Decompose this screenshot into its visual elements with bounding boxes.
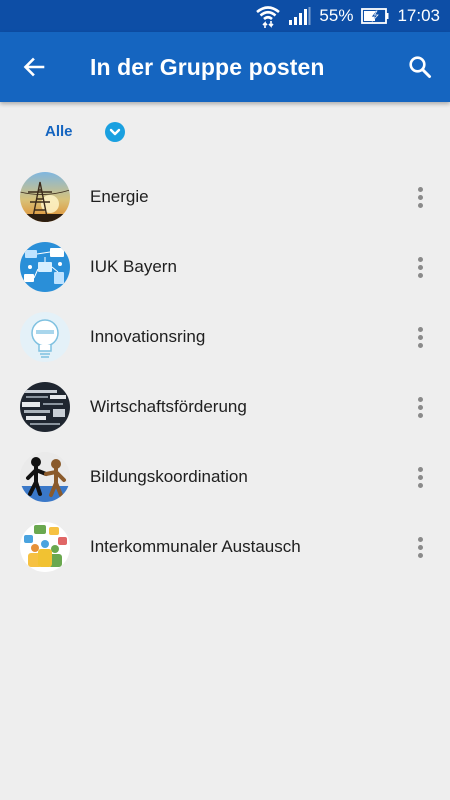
network-devices-image <box>20 242 70 292</box>
people-speech-bubbles-image <box>20 522 70 572</box>
more-vert-icon <box>417 186 423 192</box>
more-options-button[interactable] <box>408 532 432 562</box>
group-name: Innovationsring <box>90 327 206 346</box>
more-vert-icon <box>417 326 423 332</box>
list-item[interactable]: Interkommunaler Austausch <box>0 512 450 582</box>
search-button[interactable] <box>402 49 438 85</box>
back-button[interactable] <box>16 49 52 85</box>
group-avatar <box>20 522 70 572</box>
group-name: Interkommunaler Austausch <box>90 537 301 556</box>
list-item[interactable]: Energie <box>0 162 450 232</box>
group-avatar <box>20 382 70 432</box>
app-bar: In der Gruppe posten <box>0 32 450 102</box>
more-vert-icon <box>417 396 423 402</box>
list-item[interactable]: Wirtschaftsförderung <box>0 372 450 442</box>
group-list: Energie IUK Bayern Innovationsring Wirts… <box>0 162 450 582</box>
page-title: In der Gruppe posten <box>90 54 325 80</box>
status-bar: 55% 17:03 <box>0 0 450 32</box>
group-name: Energie <box>90 187 149 206</box>
more-options-button[interactable] <box>408 392 432 422</box>
list-item[interactable]: Bildungskoordination <box>0 442 450 512</box>
group-name: Bildungskoordination <box>90 467 248 486</box>
group-avatar <box>20 242 70 292</box>
more-options-button[interactable] <box>408 182 432 212</box>
battery-percent: 55% <box>319 6 354 25</box>
more-options-button[interactable] <box>408 322 432 352</box>
group-avatar <box>20 172 70 222</box>
list-item[interactable]: Innovationsring <box>0 302 450 372</box>
more-vert-icon <box>417 536 423 542</box>
wifi-icon <box>255 4 281 28</box>
clock: 17:03 <box>397 6 440 25</box>
chevron-down-icon <box>109 128 121 136</box>
lightbulb-image <box>20 312 70 362</box>
word-cloud-image <box>20 382 70 432</box>
power-line-sunset-image <box>20 172 70 222</box>
more-options-button[interactable] <box>408 252 432 282</box>
group-avatar <box>20 452 70 502</box>
group-name: IUK Bayern <box>90 257 177 276</box>
filter-label[interactable]: Alle <box>45 123 73 140</box>
filter-dropdown-button[interactable] <box>105 122 125 142</box>
arrow-back-icon <box>23 57 45 77</box>
battery-charging-icon <box>361 8 389 24</box>
more-vert-icon <box>417 466 423 472</box>
group-name: Wirtschaftsförderung <box>90 397 247 416</box>
more-options-button[interactable] <box>408 462 432 492</box>
signal-icon <box>289 7 311 25</box>
group-avatar <box>20 312 70 362</box>
silhouettes-image <box>20 452 70 502</box>
more-vert-icon <box>417 256 423 262</box>
filter-row: Alle <box>0 102 450 160</box>
search-icon <box>409 56 431 78</box>
list-item[interactable]: IUK Bayern <box>0 232 450 302</box>
